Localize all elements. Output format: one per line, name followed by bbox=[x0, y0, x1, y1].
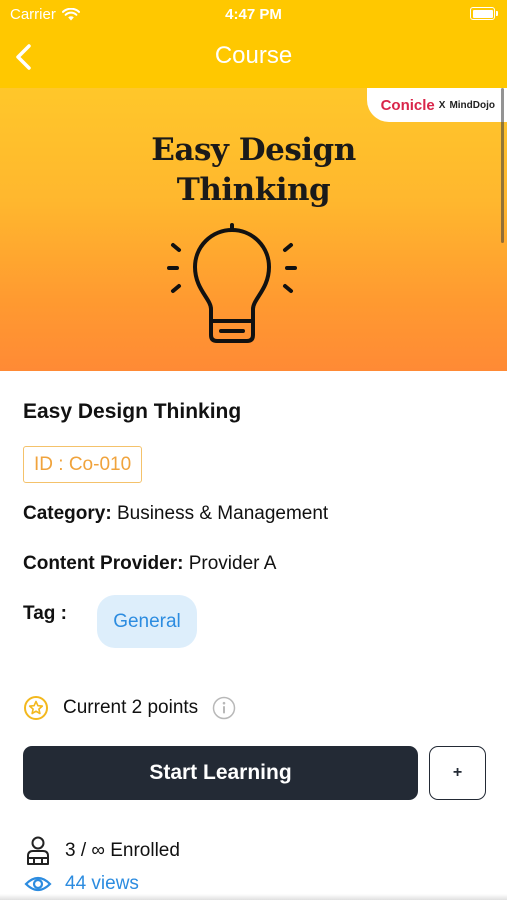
category-row: Category: Business & Management bbox=[23, 503, 328, 525]
user-icon bbox=[23, 836, 53, 866]
course-id-badge: ID : Co-010 bbox=[23, 446, 143, 483]
status-bar: Carrier 4:47 PM bbox=[0, 0, 507, 30]
course-title: Easy Design Thinking bbox=[23, 400, 242, 423]
tag-label: Tag : bbox=[23, 603, 67, 624]
brand-badge: Conicle X MindDojo bbox=[366, 88, 507, 122]
views-text: 44 views bbox=[65, 873, 139, 894]
status-time: 4:47 PM bbox=[225, 6, 282, 23]
banner-title-line1: Easy Design bbox=[151, 132, 356, 168]
views-row: 44 views bbox=[23, 873, 139, 895]
enrolled-text: 3 / ∞ Enrolled bbox=[65, 840, 180, 861]
enrolled-row: 3 / ∞ Enrolled bbox=[23, 836, 180, 866]
header-bar: Carrier 4:47 PM Course bbox=[0, 0, 507, 88]
scrollbar[interactable] bbox=[501, 88, 504, 243]
start-learning-button[interactable]: Start Learning bbox=[23, 746, 418, 800]
add-button[interactable]: + bbox=[429, 746, 486, 800]
points-text: Current 2 points bbox=[63, 697, 199, 718]
points-row: Current 2 points bbox=[23, 694, 236, 722]
brand-separator: X bbox=[438, 99, 446, 111]
star-badge-icon bbox=[24, 696, 48, 720]
eye-icon bbox=[23, 874, 53, 894]
provider-label: Content Provider: bbox=[23, 553, 184, 574]
battery-icon bbox=[470, 7, 498, 20]
page-title: Course bbox=[214, 42, 293, 69]
provider-row: Content Provider: Provider A bbox=[23, 553, 276, 575]
banner-title-line2: Thinking bbox=[176, 172, 331, 208]
info-icon[interactable] bbox=[212, 696, 236, 720]
category-label: Category: bbox=[23, 503, 112, 524]
category-value: Business & Management bbox=[116, 503, 329, 524]
bottom-edge-shadow bbox=[0, 894, 507, 900]
brand-logo-left: Conicle bbox=[380, 96, 435, 114]
provider-value: Provider A bbox=[188, 553, 277, 574]
course-banner-image: Conicle X MindDojo Easy Design Thinking bbox=[0, 88, 507, 371]
tag-chip-general[interactable]: General bbox=[97, 595, 197, 648]
brand-logo-right: MindDojo bbox=[449, 99, 495, 111]
banner-title: Easy Design Thinking bbox=[0, 130, 507, 210]
lightbulb-icon bbox=[167, 223, 297, 343]
